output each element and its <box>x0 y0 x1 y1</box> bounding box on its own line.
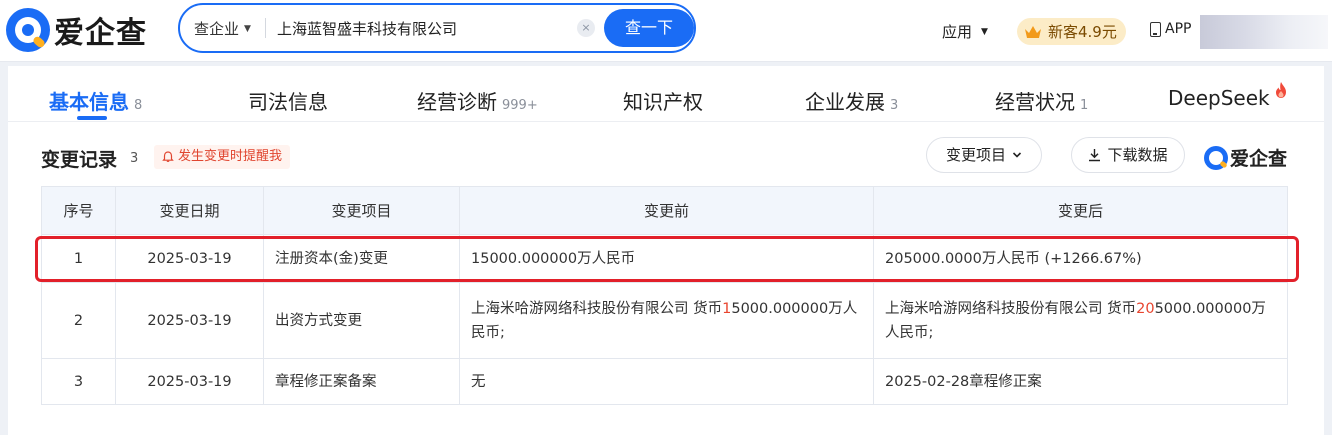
brand-label: 爱企查 <box>1230 148 1288 170</box>
text-prefix: 上海米哈游网络科技股份有限公司 货币 <box>885 300 1137 317</box>
bell-icon <box>162 151 174 162</box>
tab-label: 司法信息 <box>248 90 328 114</box>
tab-count: 999+ <box>502 98 538 113</box>
tab-label: 企业发展 <box>805 90 885 114</box>
section-title: 变更记录 <box>41 149 118 171</box>
download-label: 下载数据 <box>1107 146 1168 164</box>
table-row: 3 2025-03-19 章程修正案备案 无 2025-02-28章程修正案 <box>41 358 1288 405</box>
cell-date: 2025-03-19 <box>115 282 264 359</box>
app-label: APP <box>1165 21 1192 37</box>
search-button[interactable]: 查一下 <box>604 9 694 47</box>
text-prefix: 上海米哈游网络科技股份有限公司 货币 <box>471 300 723 317</box>
table-header-row: 序号 变更日期 变更项目 变更前 变更后 <box>41 186 1288 235</box>
chevron-down-icon <box>1012 152 1022 158</box>
cell-date: 2025-03-19 <box>115 234 264 283</box>
change-remind-button[interactable]: 发生变更时提醒我 <box>154 145 291 169</box>
crown-icon <box>1025 25 1041 38</box>
apps-label: 应用 <box>942 23 973 41</box>
cell-item: 注册资本(金)变更 <box>263 234 460 283</box>
logo-icon <box>6 8 50 52</box>
section-count: 3 <box>130 151 139 166</box>
cell-item: 章程修正案备案 <box>263 358 460 405</box>
search-type-label: 查企业 <box>194 20 240 38</box>
download-icon <box>1089 149 1101 162</box>
logo-icon <box>1204 145 1228 170</box>
tab-count: 8 <box>134 98 143 113</box>
tab-count: 3 <box>890 98 899 113</box>
tab-deepseek[interactable]: DeepSeek <box>1168 82 1288 110</box>
search-input[interactable] <box>277 15 567 41</box>
table-row: 1 2025-03-19 注册资本(金)变更 15000.000000万人民币 … <box>41 234 1288 283</box>
promo-label: 新客4.9元 <box>1048 23 1117 41</box>
column-header-before: 变更前 <box>459 186 874 235</box>
download-data-button[interactable]: 下载数据 <box>1071 137 1185 173</box>
app-download-link[interactable]: APP <box>1150 21 1191 37</box>
logo[interactable]: 爱企查 <box>6 8 147 52</box>
diff-highlight: 20 <box>1136 300 1155 317</box>
cell-index: 3 <box>41 358 116 405</box>
tab-enterprise-development[interactable]: 企业发展 3 <box>805 86 898 115</box>
promo-badge[interactable]: 新客4.9元 <box>1017 18 1126 45</box>
search-bar: 查企业 ▼ × 查一下 <box>178 3 696 53</box>
remind-label: 发生变更时提醒我 <box>178 149 283 164</box>
tab-basic-info[interactable]: 基本信息 8 <box>49 86 142 115</box>
tab-label: DeepSeek <box>1168 86 1270 110</box>
tab-label: 经营诊断 <box>417 90 497 114</box>
tab-label: 经营状况 <box>995 90 1075 114</box>
logo-text: 爱企查 <box>54 16 147 51</box>
tab-operation-diagnosis[interactable]: 经营诊断 999+ <box>417 86 538 115</box>
divider <box>265 18 266 38</box>
section-header: 变更记录 3 发生变更时提醒我 变更项目 下载数据 爱企查 <box>8 136 1324 176</box>
user-avatar-blurred[interactable] <box>1200 15 1328 49</box>
tab-operation-status[interactable]: 经营状况 1 <box>995 86 1088 115</box>
column-header-after: 变更后 <box>873 186 1288 235</box>
cell-date: 2025-03-19 <box>115 358 264 405</box>
clear-icon[interactable]: × <box>577 19 595 37</box>
fire-icon <box>1275 82 1286 98</box>
cell-item: 出资方式变更 <box>263 282 460 359</box>
top-header: 爱企查 查企业 ▼ × 查一下 应用 ▼ 新客4.9元 APP <box>0 0 1332 62</box>
tab-count: 1 <box>1080 98 1089 113</box>
tab-label: 基本信息 <box>49 90 129 114</box>
column-header-item: 变更项目 <box>263 186 460 235</box>
change-record-table: 序号 变更日期 变更项目 变更前 变更后 1 2025-03-19 注册资本(金… <box>41 186 1288 405</box>
cell-before: 15000.000000万人民币 <box>459 234 874 283</box>
active-tab-indicator <box>77 116 107 120</box>
cell-index: 2 <box>41 282 116 359</box>
tab-judicial-info[interactable]: 司法信息 <box>248 86 328 115</box>
brand-watermark: 爱企查 <box>1204 144 1287 171</box>
cell-after: 上海米哈游网络科技股份有限公司 货币205000.000000万人民币; <box>873 282 1288 359</box>
tab-intellectual-property[interactable]: 知识产权 <box>623 86 703 115</box>
filter-label: 变更项目 <box>945 146 1006 164</box>
cell-before: 上海米哈游网络科技股份有限公司 货币15000.000000万人民币; <box>459 282 874 359</box>
cell-before: 无 <box>459 358 874 405</box>
column-header-index: 序号 <box>41 186 116 235</box>
table-row: 2 2025-03-19 出资方式变更 上海米哈游网络科技股份有限公司 货币15… <box>41 282 1288 359</box>
cell-index: 1 <box>41 234 116 283</box>
cell-after: 205000.0000万人民币 (+1266.67%) <box>873 234 1288 283</box>
phone-icon <box>1150 21 1161 37</box>
content-card: 基本信息 8 司法信息 经营诊断 999+ 知识产权 企业发展 3 经营状况 1… <box>8 66 1324 435</box>
caret-down-icon: ▼ <box>981 26 988 37</box>
search-type-dropdown[interactable]: 查企业 ▼ <box>194 18 251 39</box>
caret-down-icon: ▼ <box>244 23 251 34</box>
change-item-filter[interactable]: 变更项目 <box>926 137 1042 173</box>
tab-bar: 基本信息 8 司法信息 经营诊断 999+ 知识产权 企业发展 3 经营状况 1… <box>8 66 1324 122</box>
apps-menu[interactable]: 应用 ▼ <box>942 21 988 42</box>
column-header-date: 变更日期 <box>115 186 264 235</box>
tab-label: 知识产权 <box>623 90 703 114</box>
cell-after: 2025-02-28章程修正案 <box>873 358 1288 405</box>
diff-highlight: 1 <box>722 300 732 317</box>
